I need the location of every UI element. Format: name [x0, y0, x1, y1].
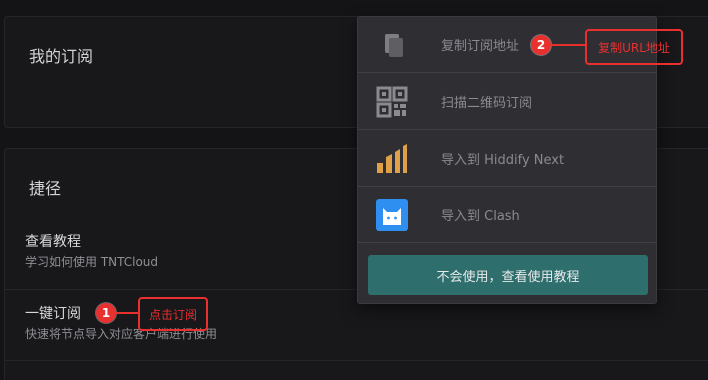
shortcuts-title: 捷径 [29, 179, 62, 198]
view-tutorial-button[interactable]: 不会使用，查看使用教程 [368, 255, 648, 295]
hiddify-icon [377, 144, 407, 173]
dropdown-item-label: 导入到 Hiddify Next [441, 153, 565, 168]
dropdown-item-label: 导入到 Clash [441, 209, 520, 224]
my-subscriptions-title: 我的订阅 [29, 47, 94, 66]
annotation-badge-1: 1 [96, 303, 116, 323]
annotation-connector-2 [551, 44, 585, 46]
annotation-badge-2: 2 [531, 35, 551, 55]
annotation-connector-1 [116, 312, 138, 314]
dropdown-item-label: 扫描二维码订阅 [441, 96, 533, 111]
qr-code-icon [376, 86, 408, 118]
copy-icon [385, 34, 403, 57]
dropdown-item-import-clash[interactable]: 导入到 Clash [358, 187, 656, 243]
dropdown-item-import-hiddify[interactable]: 导入到 Hiddify Next [358, 131, 656, 187]
annotation-callout-1: 点击订阅 [138, 297, 208, 331]
divider [5, 360, 708, 361]
shortcut-desc: 学习如何使用 TNTCloud [25, 255, 159, 269]
annotation-callout-2: 复制URL地址 [585, 29, 683, 65]
dropdown-item-scan-qr[interactable]: 扫描二维码订阅 [358, 74, 656, 130]
shortcut-view-tutorial[interactable]: 查看教程 学习如何使用 TNTCloud [25, 233, 158, 270]
shortcut-title: 查看教程 [25, 234, 81, 250]
clash-cat-icon [376, 199, 408, 231]
dropdown-item-label: 复制订阅地址 [441, 39, 520, 54]
